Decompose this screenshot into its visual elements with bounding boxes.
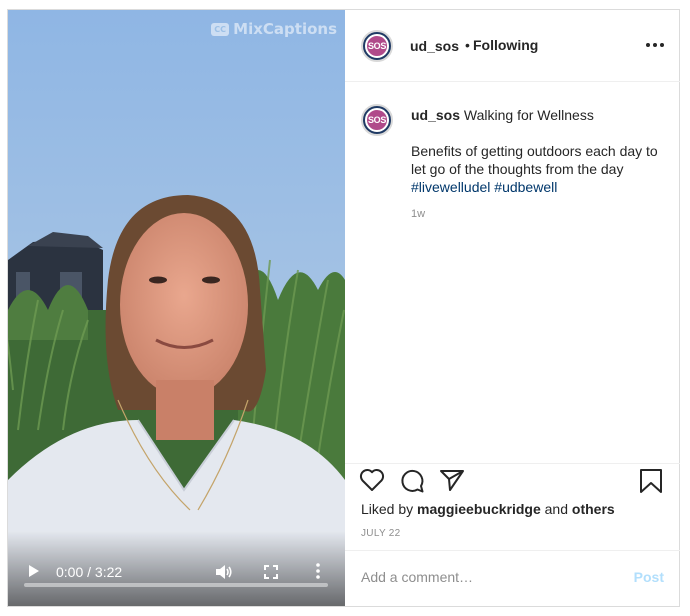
likes-conjunction: and <box>544 501 568 517</box>
video-player[interactable]: CC MixCaptions 0:00 / 3:22 <box>8 10 345 606</box>
avatar[interactable]: SOS <box>361 30 393 62</box>
separator-dot: • <box>465 37 470 53</box>
volume-icon[interactable] <box>215 564 233 580</box>
action-bar <box>345 466 680 496</box>
likes-others-link[interactable]: others <box>572 501 615 517</box>
caption-username[interactable]: ud_sos <box>411 107 460 123</box>
avatar-logo: SOS <box>365 34 389 58</box>
post-side-panel: SOS ud_sos • Following SOS ud_sos Walkin… <box>345 10 680 606</box>
video-frame <box>8 10 345 606</box>
heart-icon[interactable] <box>359 468 385 492</box>
post-age[interactable]: 1w <box>411 208 425 220</box>
post-button[interactable]: Post <box>634 569 664 585</box>
caption-text: ud_sos Walking for Wellness Benefits of … <box>411 106 661 196</box>
video-controls: 0:00 / 3:22 <box>8 531 345 606</box>
caption-area: SOS ud_sos Walking for Wellness Benefits… <box>345 82 680 464</box>
comment-input[interactable] <box>361 569 611 585</box>
comment-icon[interactable] <box>399 468 425 494</box>
hashtag-link[interactable]: #udbewell <box>494 179 557 195</box>
post-header: SOS ud_sos • Following <box>345 10 680 82</box>
caption-avatar[interactable]: SOS <box>361 104 393 136</box>
captions-icon: CC <box>211 22 230 36</box>
instagram-embed: CC MixCaptions 0:00 / 3:22 SOS ud_sos • … <box>7 9 680 607</box>
following-button[interactable]: Following <box>473 37 538 53</box>
watermark-text: MixCaptions <box>233 20 337 38</box>
avatar-logo: SOS <box>365 108 389 132</box>
progress-bar[interactable] <box>24 583 328 587</box>
comment-bar: Post <box>345 550 680 606</box>
fullscreen-icon[interactable] <box>264 565 278 579</box>
hashtag-link[interactable]: #livewelludel <box>411 179 490 195</box>
more-options-icon[interactable] <box>646 43 664 47</box>
watermark: CC MixCaptions <box>211 20 337 38</box>
play-icon[interactable] <box>28 564 40 578</box>
likes-prefix: Liked by <box>361 501 414 517</box>
bookmark-icon[interactable] <box>639 468 663 494</box>
caption-title: Walking for Wellness <box>463 107 594 123</box>
time-display: 0:00 / 3:22 <box>56 564 123 580</box>
share-icon[interactable] <box>439 468 465 492</box>
post-date[interactable]: JULY 22 <box>361 528 401 539</box>
header-username[interactable]: ud_sos <box>410 38 459 54</box>
caption-body: Benefits of getting outdoors each day to… <box>411 143 658 177</box>
likes-line: Liked by maggieebuckridge and others <box>361 501 615 517</box>
more-vert-icon[interactable] <box>315 563 321 579</box>
liker-username[interactable]: maggieebuckridge <box>417 501 541 517</box>
